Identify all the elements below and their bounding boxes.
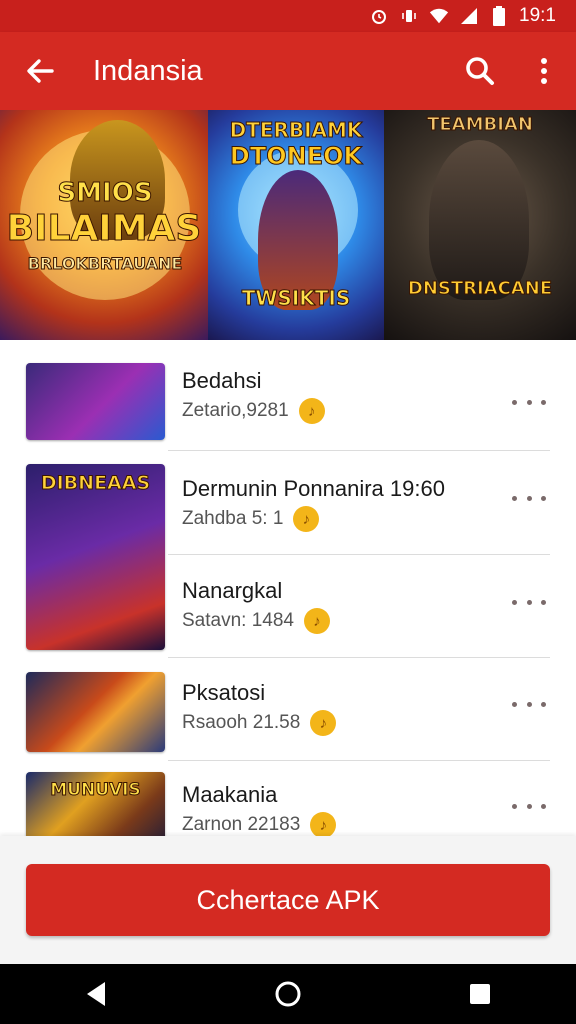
list-item[interactable]: Pksatosi Rsaooh 21.58 ♪ bbox=[0, 670, 576, 754]
app-meta-text: Zahdba 5: 1 bbox=[182, 508, 284, 529]
banner-logo-line1: SMIOS bbox=[57, 178, 153, 208]
app-meta-text: Zarnon 22183 bbox=[182, 814, 301, 835]
app-thumbnail: MUNUVIS bbox=[26, 772, 165, 836]
coin-icon: ♪ bbox=[298, 398, 325, 424]
app-meta-text: Zetario,9281 bbox=[182, 400, 289, 421]
app-name: Pksatosi bbox=[182, 680, 266, 705]
banner-logo-line1: TEAMBIAN bbox=[427, 114, 534, 135]
banner-logo-line3: TWSIKTIS bbox=[241, 286, 351, 310]
more-options-button[interactable] bbox=[512, 796, 546, 816]
back-button[interactable] bbox=[0, 32, 80, 110]
more-options-button[interactable] bbox=[512, 392, 546, 412]
app-meta: Rsaooh 21.58 ♪ bbox=[182, 710, 337, 736]
more-options-button[interactable] bbox=[512, 488, 546, 508]
thumbnail-logo-text: DIBNEAAS bbox=[40, 472, 151, 495]
divider bbox=[168, 657, 550, 658]
more-vertical-icon bbox=[541, 58, 547, 84]
coin-icon: ♪ bbox=[303, 608, 330, 634]
app-list: Bedahsi Zetario,9281 ♪ DIBNEAAS Dermunin… bbox=[0, 340, 576, 836]
battery-icon bbox=[489, 6, 509, 26]
app-meta: Zetario,9281 ♪ bbox=[182, 398, 325, 424]
list-item[interactable]: Bedahsi Zetario,9281 ♪ bbox=[0, 360, 576, 444]
circle-home-icon bbox=[275, 981, 301, 1007]
search-icon bbox=[466, 57, 494, 85]
coin-icon: ♪ bbox=[310, 710, 337, 736]
vibrate-icon bbox=[399, 6, 419, 26]
featured-banner[interactable]: SMIOS BILAIMAS BRLOKBRTAUANE DTERBIAMK D… bbox=[0, 110, 576, 340]
bottom-action-area: Cchertace APK bbox=[0, 836, 576, 964]
arrow-left-icon bbox=[27, 59, 54, 83]
nav-home-button[interactable] bbox=[258, 964, 318, 1024]
divider bbox=[168, 760, 550, 761]
app-thumbnail bbox=[26, 672, 165, 752]
banner-logo-line1: DTERBIAMK bbox=[229, 118, 363, 142]
banner-tile-2[interactable]: DTERBIAMK DTONEOK TWSIKTIS bbox=[208, 110, 384, 340]
signal-icon bbox=[459, 6, 479, 26]
banner-tile-3[interactable]: TEAMBIAN DNSTRIACANE bbox=[384, 110, 576, 340]
status-bar: 19:1 bbox=[0, 0, 576, 32]
app-meta-text: Rsaooh 21.58 bbox=[182, 712, 301, 733]
app-meta: Satavn: 1484 ♪ bbox=[182, 608, 330, 634]
app-bar: Indansia bbox=[0, 32, 576, 110]
banner-logo-line2: DTONEOK bbox=[229, 142, 363, 170]
app-name: Maakania bbox=[182, 782, 278, 807]
triangle-back-icon bbox=[87, 982, 105, 1006]
coin-icon: ♪ bbox=[310, 812, 337, 836]
app-name: Dermunin Ponnanira 19:60 bbox=[182, 476, 445, 501]
overflow-menu-button[interactable] bbox=[512, 32, 576, 110]
wifi-icon bbox=[429, 6, 449, 26]
more-options-button[interactable] bbox=[512, 694, 546, 714]
banner-tile-1[interactable]: SMIOS BILAIMAS BRLOKBRTAUANE bbox=[0, 110, 208, 340]
list-item[interactable]: Nanargkal Satavn: 1484 ♪ bbox=[0, 568, 576, 652]
banner-logo-line3: BRLOKBRTAUANE bbox=[27, 254, 183, 273]
divider bbox=[168, 450, 550, 451]
app-meta: Zarnon 22183 ♪ bbox=[182, 812, 337, 836]
alarm-icon bbox=[369, 6, 389, 26]
page-title: Indansia bbox=[93, 54, 203, 87]
banner-hero-figure bbox=[429, 140, 529, 300]
nav-back-button[interactable] bbox=[66, 964, 126, 1024]
app-name: Bedahsi bbox=[182, 368, 262, 393]
search-button[interactable] bbox=[448, 32, 512, 110]
divider bbox=[168, 554, 550, 555]
app-meta: Zahdba 5: 1 ♪ bbox=[182, 506, 320, 532]
more-options-button[interactable] bbox=[512, 592, 546, 612]
app-meta-text: Satavn: 1484 bbox=[182, 610, 294, 631]
list-item[interactable]: MUNUVIS Maakania Zarnon 22183 ♪ bbox=[0, 772, 576, 836]
app-thumbnail bbox=[26, 363, 165, 440]
square-recents-icon bbox=[470, 984, 490, 1004]
system-nav-bar bbox=[0, 964, 576, 1024]
banner-logo-line2: BILAIMAS bbox=[6, 208, 202, 249]
app-name: Nanargkal bbox=[182, 578, 283, 603]
status-time: 19:1 bbox=[519, 5, 556, 26]
thumbnail-logo-text: MUNUVIS bbox=[50, 780, 141, 801]
nav-recents-button[interactable] bbox=[450, 964, 510, 1024]
download-apk-button[interactable]: Cchertace APK bbox=[26, 864, 550, 936]
banner-logo-line2: DNSTRIACANE bbox=[407, 278, 553, 299]
coin-icon: ♪ bbox=[293, 506, 320, 532]
